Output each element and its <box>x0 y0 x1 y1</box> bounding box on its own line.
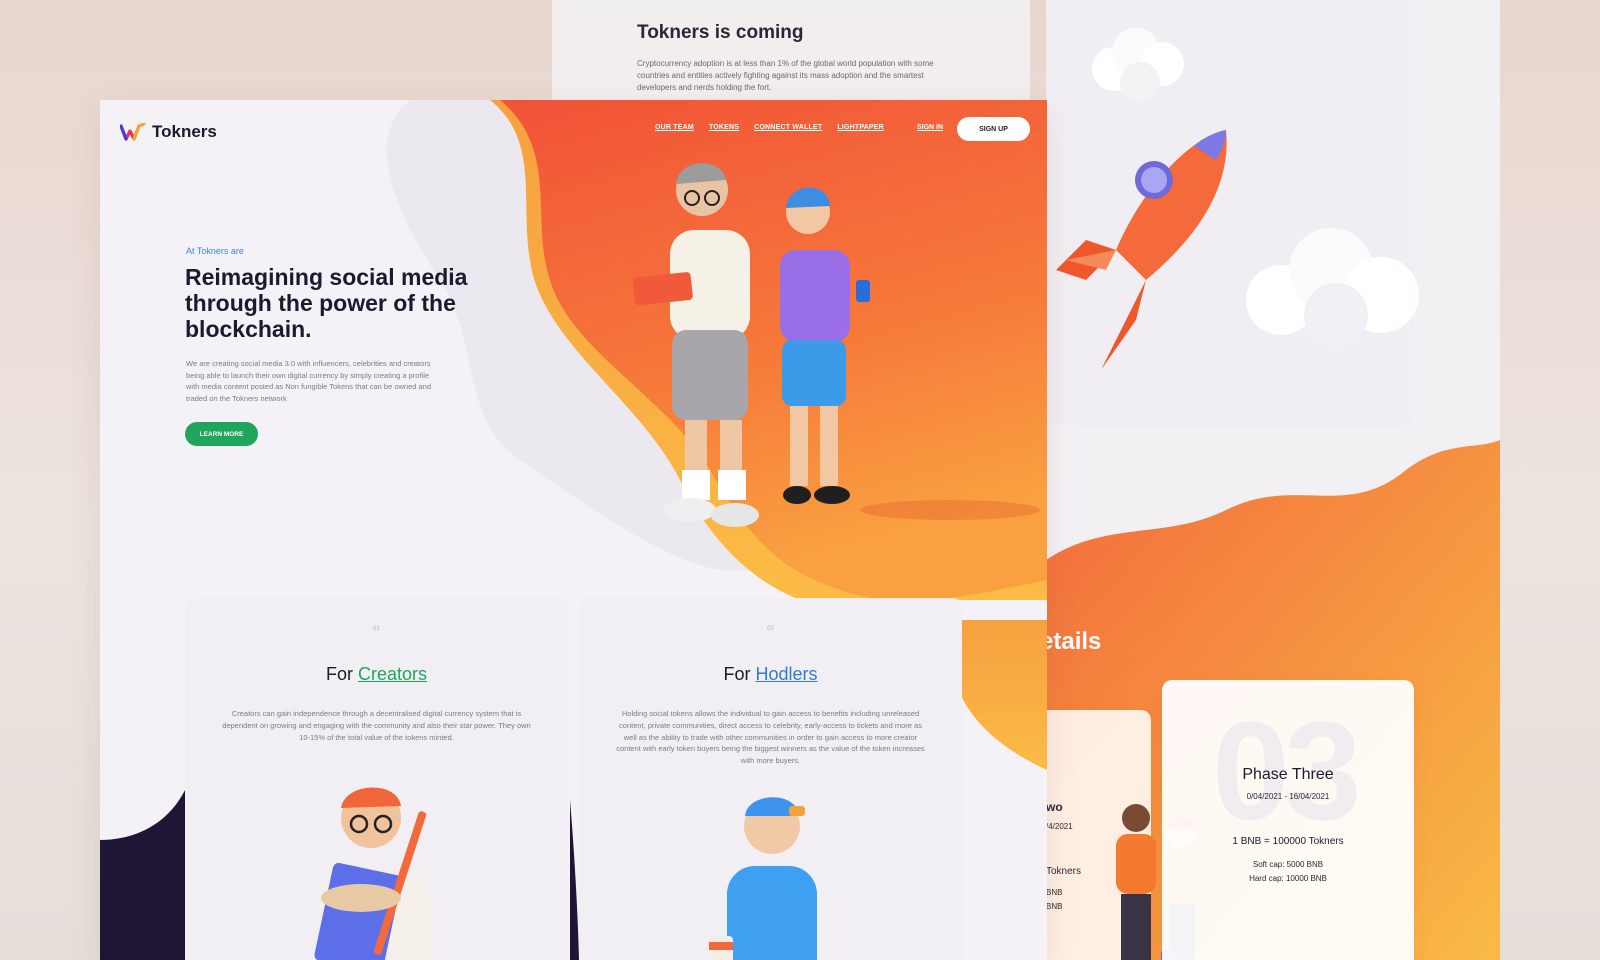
hodlers-highlight: Hodlers <box>755 664 818 684</box>
hodlers-description: Holding social tokens allows the individ… <box>616 709 925 766</box>
hodlers-title: For Hodlers <box>579 664 962 685</box>
artboard-coming-soon: Tokners is coming Cryptocurrency adoptio… <box>552 0 1030 110</box>
phase-two-date: /4/2021 <box>1046 822 1073 831</box>
card-number: 01 <box>373 626 380 632</box>
hero-title: Reimagining social media through the pow… <box>185 264 468 342</box>
card-number: 02 <box>767 626 774 632</box>
phase-three-card: 03 Phase Three 0/04/2021 - 16/04/2021 1 … <box>1162 680 1414 960</box>
landing-page-artboard: Tokners OUR TEAM TOKENS CONNECT WALLET L… <box>100 100 1047 960</box>
brand-logo[interactable]: Tokners <box>120 122 217 142</box>
creators-title: For Creators <box>185 664 568 685</box>
logo-text: Tokners <box>152 122 217 141</box>
phase-two-rate: Tokners <box>1046 866 1082 877</box>
learn-more-button[interactable]: LEARN MORE <box>185 422 258 446</box>
hodlers-card: 02 For Hodlers Holding social tokens all… <box>579 598 962 960</box>
phase-three-rate: 1 BNB = 100000 Tokners <box>1232 836 1344 847</box>
creators-description: Creators can gain independence through a… <box>222 709 531 742</box>
rocket-illustration <box>1056 130 1227 370</box>
creators-card: 01 For Creators Creators can gain indepe… <box>185 598 568 960</box>
cloud-illustration-large <box>1246 228 1419 347</box>
phase-three-title: Phase Three <box>1242 766 1334 783</box>
sign-in-link[interactable]: SIGN IN <box>917 124 943 131</box>
sign-up-button[interactable]: SIGN UP <box>957 117 1030 141</box>
creator-illustration <box>314 787 431 960</box>
hero-description: We are creating social media 3.0 with in… <box>186 359 432 403</box>
hero-eyebrow: At Tokners are <box>186 246 244 256</box>
card-title-prefix: For <box>325 664 353 684</box>
nav-lightpaper[interactable]: LIGHTPAPER <box>837 124 884 131</box>
tokners-logo-icon <box>120 123 146 141</box>
card-title-prefix: For <box>723 664 751 684</box>
cloud-illustration <box>1092 28 1184 102</box>
nav-connect-wallet[interactable]: CONNECT WALLET <box>754 124 822 131</box>
main-nav: OUR TEAM TOKENS CONNECT WALLET LIGHTPAPE… <box>655 124 884 131</box>
coming-text: Cryptocurrency adoption is at less than … <box>637 59 934 92</box>
nav-tokens[interactable]: TOKENS <box>709 124 739 131</box>
creators-highlight: Creators <box>357 664 428 684</box>
phase-three-soft-cap: Soft cap: 5000 BNB <box>1252 860 1324 869</box>
phase-three-hard-cap: Hard cap: 10000 BNB <box>1249 874 1327 883</box>
token-details-title: etails <box>1046 628 1102 655</box>
artboard-token-details: etails wo /4/2021 Tokners BNB BNB 03 Pha… <box>1046 0 1500 960</box>
coming-title: Tokners is coming <box>637 22 804 43</box>
phase-two-title: wo <box>1046 800 1063 814</box>
hodler-illustration <box>709 797 817 960</box>
phase-two-soft-cap: BNB <box>1046 888 1063 897</box>
phase-two-hard-cap: BNB <box>1046 902 1063 911</box>
hero-people-illustration <box>632 163 870 527</box>
nav-our-team[interactable]: OUR TEAM <box>655 124 694 131</box>
phase-three-date: 0/04/2021 - 16/04/2021 <box>1246 792 1330 801</box>
